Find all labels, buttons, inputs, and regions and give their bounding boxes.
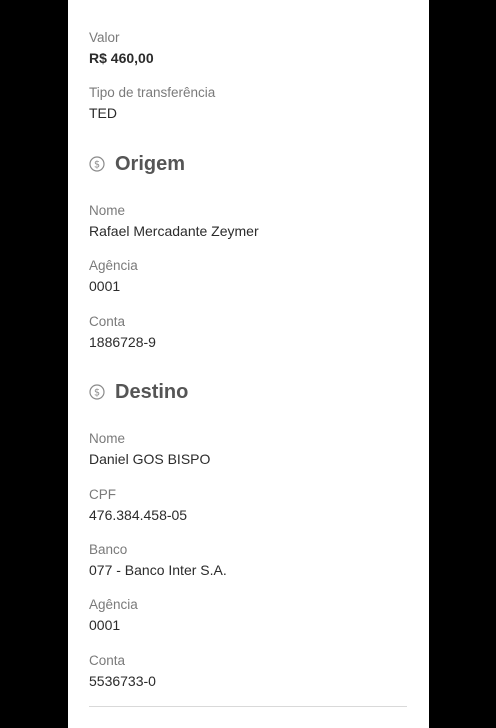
origem-section-header: $ Origem [89,152,185,176]
tipo-transferencia-label: Tipo de transferência [89,85,216,100]
destino-agencia-value: 0001 [89,617,121,633]
origem-conta-field: Conta 1886728-9 [89,314,409,351]
destino-title: Destino [115,381,189,403]
destino-conta-field: Conta 5536733-0 [89,653,409,690]
dollar-coin-icon: $ [89,156,105,172]
destino-agencia-field: Agência 0001 [89,597,409,634]
destino-banco-value: 077 - Banco Inter S.A. [89,562,227,578]
tipo-transferencia-value: TED [89,105,117,121]
destino-banco-field: Banco 077 - Banco Inter S.A. [89,542,409,579]
dollar-coin-icon: $ [89,384,105,400]
origem-agencia-field: Agência 0001 [89,258,409,295]
destino-cpf-field: CPF 476.384.458-05 [89,487,409,524]
transfer-receipt: Valor R$ 460,00 Tipo de transferência TE… [68,0,429,728]
origem-title: Origem [115,153,186,175]
divider [89,706,407,707]
destino-section-header: $ Destino [89,380,188,404]
origem-nome-label: Nome [89,203,126,218]
origem-conta-label: Conta [89,314,126,329]
valor-field: Valor R$ 460,00 [89,30,409,67]
valor-value: R$ 460,00 [89,50,154,66]
origem-nome-field: Nome Rafael Mercadante Zeymer [89,203,409,240]
origem-agencia-value: 0001 [89,278,121,294]
origem-agencia-label: Agência [89,258,138,273]
origem-conta-value: 1886728-9 [89,334,156,350]
svg-text:$: $ [94,388,100,399]
destino-conta-label: Conta [89,653,126,668]
destino-nome-label: Nome [89,431,126,446]
destino-agencia-label: Agência [89,597,138,612]
svg-text:$: $ [94,160,100,171]
tipo-transferencia-field: Tipo de transferência TED [89,85,409,122]
valor-label: Valor [89,30,120,45]
destino-cpf-value: 476.384.458-05 [89,507,188,523]
destino-cpf-label: CPF [89,487,116,502]
destino-nome-value: Daniel GOS BISPO [89,451,211,467]
destino-nome-field: Nome Daniel GOS BISPO [89,431,409,468]
destino-banco-label: Banco [89,542,128,557]
origem-nome-value: Rafael Mercadante Zeymer [89,223,259,239]
destino-conta-value: 5536733-0 [89,673,156,689]
